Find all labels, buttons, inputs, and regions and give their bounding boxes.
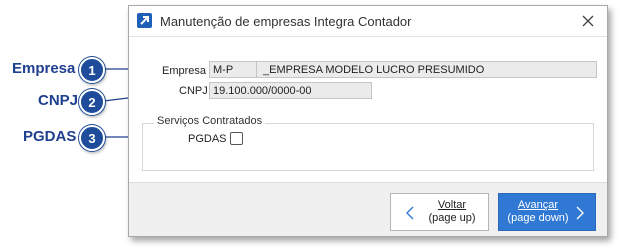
services-group-title: Serviços Contratados: [154, 115, 266, 127]
avancar-button-text: Avançar (page down): [503, 199, 573, 225]
chevron-left-icon: [406, 206, 414, 220]
voltar-button-text: Voltar (page up): [421, 199, 483, 225]
app-arrow-icon: [137, 13, 152, 28]
empresa-name-field[interactable]: _EMPRESA MODELO LUCRO PRESUMIDO: [256, 61, 597, 78]
dialog-window: Manutenção de empresas Integra Contador …: [128, 5, 608, 237]
voltar-shortcut: (page up): [428, 212, 476, 224]
empresa-code-field[interactable]: M-P: [209, 61, 257, 78]
avancar-label: Avançar: [517, 199, 559, 211]
avancar-shortcut: (page down): [507, 212, 569, 224]
services-groupbox: [142, 123, 594, 171]
cnpj-field[interactable]: 19.100.000/0000-00: [209, 82, 372, 99]
pgdas-label: PGDAS: [188, 133, 227, 145]
voltar-button[interactable]: Voltar (page up): [390, 193, 489, 231]
callout-badge-2: 2: [79, 89, 105, 115]
callout-label-cnpj: CNPJ: [38, 92, 79, 109]
callout-badge-3: 3: [79, 125, 105, 151]
window-title: Manutenção de empresas Integra Contador: [160, 14, 412, 29]
form-area: Empresa M-P _EMPRESA MODELO LUCRO PRESUM…: [129, 37, 607, 182]
chevron-right-icon: [576, 206, 584, 220]
callout-label-pgdas: PGDAS: [23, 128, 77, 145]
callout-badge-1: 1: [79, 57, 105, 83]
title-bar[interactable]: Manutenção de empresas Integra Contador: [129, 6, 607, 37]
pgdas-checkbox[interactable]: [230, 132, 243, 145]
avancar-button[interactable]: Avançar (page down): [498, 193, 596, 231]
close-icon[interactable]: [579, 12, 597, 30]
callout-label-empresa: Empresa: [12, 60, 76, 77]
cnpj-label: CNPJ: [179, 85, 208, 97]
dialog-footer: Voltar (page up) Avançar (page down): [129, 182, 607, 236]
voltar-label: Voltar: [437, 199, 467, 211]
empresa-label: Empresa: [162, 65, 207, 77]
